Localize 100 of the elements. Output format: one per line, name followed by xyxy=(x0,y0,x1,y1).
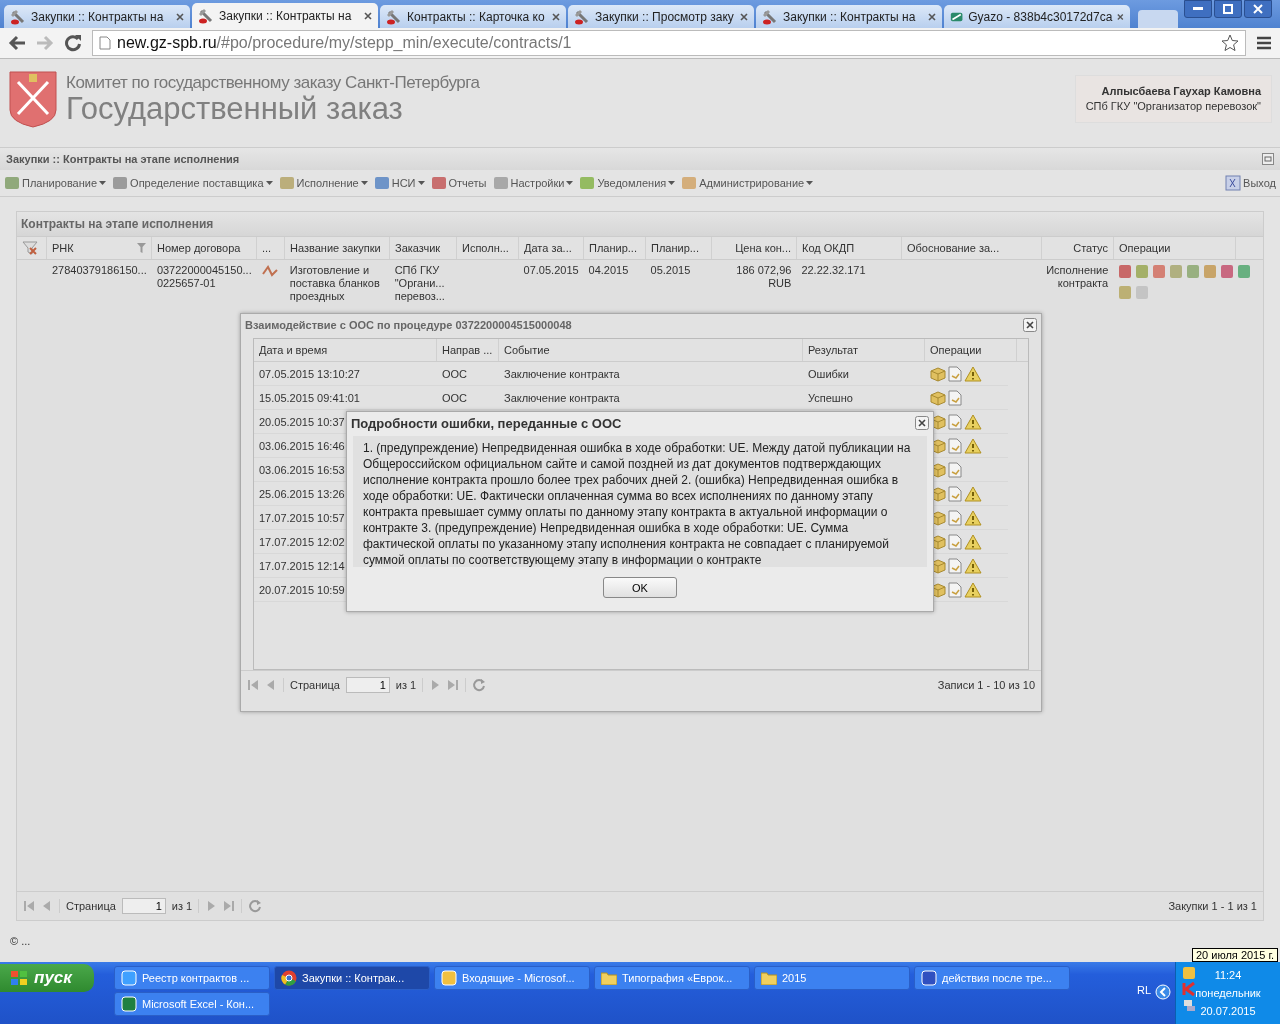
minimize-button[interactable] xyxy=(1184,0,1212,18)
network-icon[interactable] xyxy=(1182,998,1196,1012)
menu-item[interactable]: Уведомления xyxy=(579,176,676,190)
document-icon[interactable] xyxy=(948,461,962,478)
column-header[interactable]: Результат xyxy=(803,339,925,361)
warning-icon[interactable] xyxy=(964,533,982,550)
first-page-icon[interactable] xyxy=(247,679,259,691)
menu-item[interactable]: Планирование xyxy=(4,176,107,190)
document-icon[interactable] xyxy=(948,389,962,406)
close-icon[interactable] xyxy=(176,12,184,21)
filter-clear-icon[interactable] xyxy=(22,240,38,256)
operation-icon[interactable] xyxy=(1186,264,1201,279)
close-icon[interactable] xyxy=(364,11,372,20)
refresh-icon[interactable] xyxy=(472,678,487,692)
first-page-icon[interactable] xyxy=(23,900,35,912)
taskbar-button[interactable]: действия после тре... xyxy=(914,966,1070,990)
forward-icon[interactable] xyxy=(36,35,54,51)
column-header[interactable]: Название закупки xyxy=(285,237,390,259)
document-icon[interactable] xyxy=(948,365,962,382)
refresh-icon[interactable] xyxy=(248,899,263,913)
operation-icon[interactable] xyxy=(1169,264,1184,279)
star-icon[interactable] xyxy=(1221,34,1239,52)
column-header[interactable]: Обоснование за... xyxy=(902,237,1042,259)
operation-icon[interactable] xyxy=(1152,264,1167,279)
column-header[interactable]: Дата за... xyxy=(519,237,584,259)
menu-item[interactable]: НСИ xyxy=(373,176,425,190)
column-header[interactable]: ... xyxy=(257,237,285,259)
start-button[interactable]: пуск xyxy=(0,964,94,992)
column-header[interactable]: Событие xyxy=(499,339,803,361)
column-header[interactable]: Заказчик xyxy=(390,237,457,259)
column-header[interactable]: Исполн... xyxy=(457,237,519,259)
operation-icon[interactable] xyxy=(1237,264,1252,279)
taskbar-button[interactable]: Реестр контрактов ... xyxy=(114,966,270,990)
logout-button[interactable]: Выход xyxy=(1225,175,1276,191)
page-input[interactable]: 1 xyxy=(345,677,390,693)
taskbar-button[interactable]: Входящие - Microsof... xyxy=(434,966,590,990)
document-icon[interactable] xyxy=(948,581,962,598)
operation-icon[interactable] xyxy=(1135,264,1150,279)
address-bar[interactable]: new.gz-spb.ru/#po/procedure/my/stepp_min/execute/contracts/1 xyxy=(92,30,1246,56)
document-icon[interactable] xyxy=(948,557,962,574)
warning-icon[interactable] xyxy=(964,413,982,430)
ok-button[interactable]: OK xyxy=(603,577,677,598)
close-icon[interactable] xyxy=(740,12,748,21)
operation-icon[interactable] xyxy=(1118,264,1133,279)
browser-tab[interactable]: Закупки :: Контракты на xyxy=(192,3,378,28)
column-header[interactable]: Статус xyxy=(1042,237,1114,259)
taskbar-button[interactable]: Закупки :: Контрак... xyxy=(274,966,430,990)
previous-page-icon[interactable] xyxy=(265,679,277,691)
browser-tab[interactable]: Закупки :: Контракты на xyxy=(756,5,942,28)
warning-icon[interactable] xyxy=(964,437,982,454)
taskbar-button[interactable]: Типография «Еврок... xyxy=(594,966,750,990)
column-header[interactable]: РНК xyxy=(47,237,152,259)
collapse-icon[interactable] xyxy=(1262,153,1274,165)
browser-tab[interactable]: Контракты :: Карточка ко xyxy=(380,5,566,28)
warning-icon[interactable] xyxy=(964,581,982,598)
column-header[interactable]: Цена кон... xyxy=(712,237,797,259)
antivirus-icon[interactable] xyxy=(1182,982,1196,996)
last-page-icon[interactable] xyxy=(447,679,460,691)
close-icon[interactable] xyxy=(915,416,929,430)
document-icon[interactable] xyxy=(948,437,962,454)
maximize-button[interactable] xyxy=(1214,0,1242,18)
column-header[interactable]: Операции xyxy=(1114,237,1236,259)
column-header[interactable]: Операции xyxy=(925,339,1017,361)
warning-icon[interactable] xyxy=(964,365,982,382)
document-icon[interactable] xyxy=(948,509,962,526)
close-button[interactable] xyxy=(1244,0,1272,18)
warning-icon[interactable] xyxy=(964,485,982,502)
column-header[interactable]: Номер договора xyxy=(152,237,257,259)
page-input[interactable]: 1 xyxy=(121,898,166,914)
back-icon[interactable] xyxy=(8,35,26,51)
close-icon[interactable] xyxy=(552,12,560,21)
document-icon[interactable] xyxy=(948,533,962,550)
close-icon[interactable] xyxy=(1023,318,1037,332)
taskbar-button[interactable]: 2015 xyxy=(754,966,910,990)
menu-item[interactable]: Исполнение xyxy=(278,176,368,190)
package-icon[interactable] xyxy=(930,389,946,406)
operation-icon[interactable] xyxy=(1118,285,1133,300)
column-header[interactable]: Направ ... xyxy=(437,339,499,361)
column-header[interactable]: Планир... xyxy=(646,237,712,259)
document-icon[interactable] xyxy=(948,485,962,502)
menu-item[interactable]: Отчеты xyxy=(430,176,487,190)
menu-item[interactable]: Администрирование xyxy=(681,176,814,190)
previous-page-icon[interactable] xyxy=(41,900,53,912)
reload-icon[interactable] xyxy=(64,34,82,52)
menu-item[interactable]: Настройки xyxy=(492,176,574,190)
package-icon[interactable] xyxy=(930,365,946,382)
operation-icon[interactable] xyxy=(1220,264,1235,279)
column-header[interactable]: Дата и время xyxy=(254,339,437,361)
operation-icon[interactable] xyxy=(1203,264,1218,279)
language-indicator[interactable]: RL xyxy=(1136,984,1151,996)
menu-item[interactable]: Определение поставщика xyxy=(112,176,273,190)
filter-icon[interactable] xyxy=(137,243,146,253)
chevron-icon[interactable] xyxy=(1155,984,1171,1000)
browser-tab[interactable]: Закупки :: Просмотр заку xyxy=(568,5,754,28)
column-header[interactable]: Планир... xyxy=(584,237,646,259)
menu-icon[interactable] xyxy=(1256,36,1272,50)
close-icon[interactable] xyxy=(1117,12,1124,21)
taskbar-button[interactable]: Microsoft Excel - Кон... xyxy=(114,992,270,1016)
column-header[interactable]: Код ОКДП xyxy=(797,237,902,259)
document-icon[interactable] xyxy=(948,413,962,430)
